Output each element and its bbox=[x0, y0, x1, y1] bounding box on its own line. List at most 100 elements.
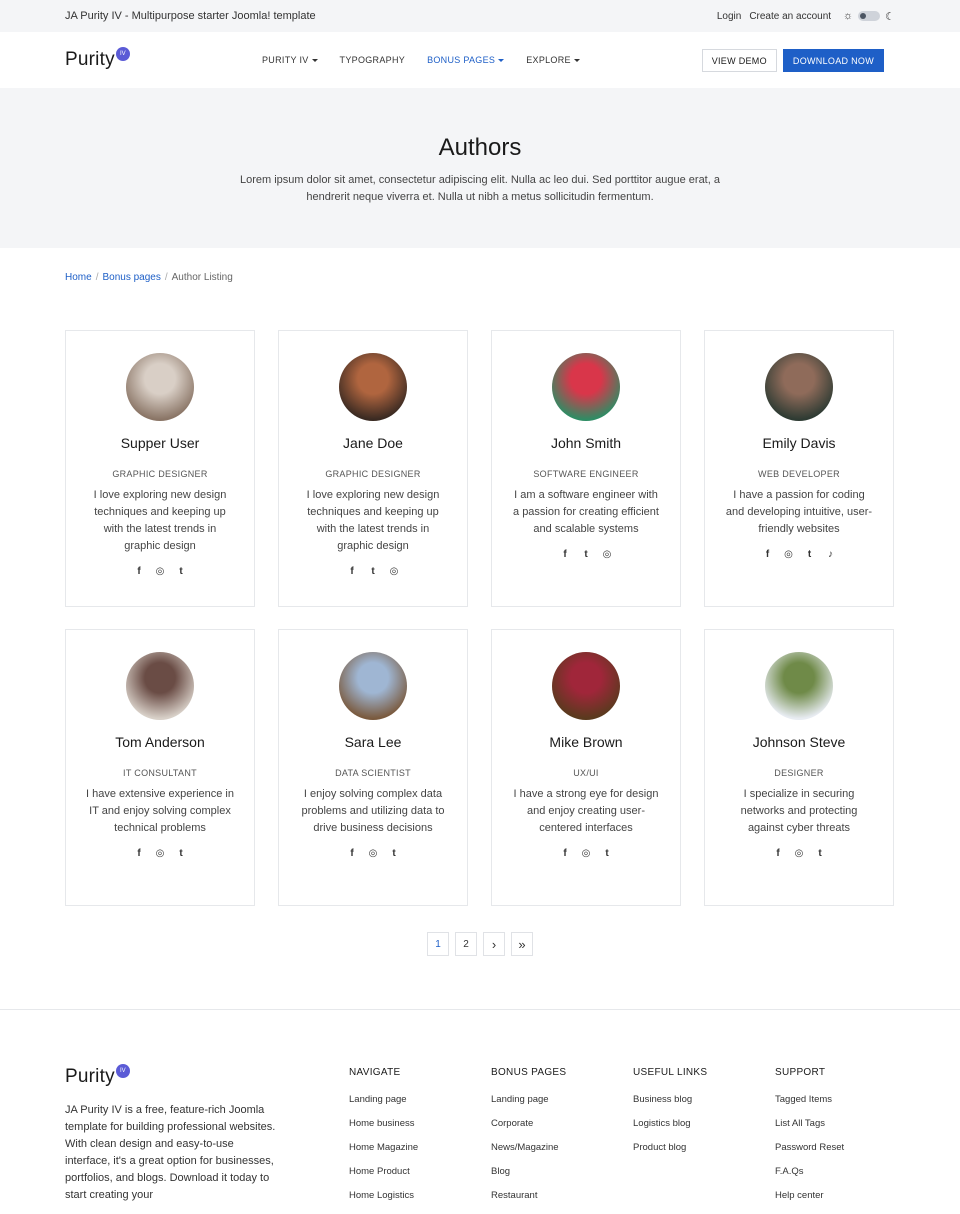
footer-link[interactable]: Tagged Items bbox=[775, 1094, 844, 1118]
nav-item-typography[interactable]: Typography bbox=[340, 55, 406, 65]
facebook-icon[interactable]: f bbox=[559, 847, 571, 859]
author-bio: I love exploring new design techniques a… bbox=[93, 489, 227, 552]
footer-link[interactable]: Logistics blog bbox=[633, 1118, 707, 1142]
author-name[interactable]: Johnson Steve bbox=[705, 734, 893, 750]
breadcrumb-bonus-pages[interactable]: Bonus pages bbox=[102, 272, 160, 306]
author-card[interactable]: John Smith SOFTWARE ENGINEER I am a softwa… bbox=[491, 330, 681, 607]
twitter-icon[interactable]: t bbox=[814, 847, 826, 859]
footer-link[interactable]: Corporate bbox=[491, 1118, 566, 1142]
author-avatar[interactable] bbox=[339, 652, 407, 720]
footer-link[interactable]: List All Tags bbox=[775, 1118, 844, 1142]
instagram-icon[interactable]: ◎ bbox=[388, 565, 400, 577]
facebook-icon[interactable]: f bbox=[762, 548, 774, 560]
author-name[interactable]: John Smith bbox=[492, 435, 680, 451]
last-page-icon[interactable]: » bbox=[511, 932, 533, 956]
footer-link[interactable]: Business blog bbox=[633, 1094, 707, 1118]
author-card[interactable]: Emily Davis WEB DEVELOPER I have a passion… bbox=[704, 330, 894, 607]
twitter-icon[interactable]: t bbox=[388, 847, 400, 859]
author-avatar[interactable] bbox=[552, 652, 620, 720]
theme-switch[interactable] bbox=[858, 11, 881, 21]
twitter-icon[interactable]: t bbox=[175, 565, 187, 577]
footer-link[interactable]: Help center bbox=[775, 1190, 844, 1214]
author-name[interactable]: Tom Anderson bbox=[66, 734, 254, 750]
footer-link[interactable]: Home business bbox=[349, 1118, 418, 1142]
twitter-icon[interactable]: t bbox=[367, 565, 379, 577]
footer-link[interactable]: Password Reset bbox=[775, 1142, 844, 1166]
footer-link[interactable]: Home Magazine bbox=[349, 1142, 418, 1166]
logo-badge: IV bbox=[115, 47, 130, 61]
instagram-icon[interactable]: ◎ bbox=[580, 847, 592, 859]
author-avatar[interactable] bbox=[339, 353, 407, 421]
footer-link[interactable]: Landing page bbox=[349, 1094, 418, 1118]
author-card[interactable]: Johnson Steve DESIGNER I specialize in sec… bbox=[704, 629, 894, 906]
footer-link[interactable]: Home Logistics bbox=[349, 1190, 418, 1214]
author-name[interactable]: Emily Davis bbox=[705, 435, 893, 451]
author-name[interactable]: Jane Doe bbox=[279, 435, 467, 451]
facebook-icon[interactable]: f bbox=[133, 565, 145, 577]
footer-link[interactable]: F.A.Qs bbox=[775, 1166, 844, 1190]
instagram-icon[interactable]: ◎ bbox=[783, 548, 795, 560]
instagram-icon[interactable]: ◎ bbox=[601, 548, 613, 560]
nav-item-purity-iv[interactable]: Purity IV bbox=[262, 55, 318, 65]
author-name[interactable]: Supper User bbox=[66, 435, 254, 451]
page-button-1[interactable]: 1 bbox=[427, 932, 449, 956]
nav-item-label: Explore bbox=[526, 55, 571, 65]
author-grid: Supper User GRAPHIC DESIGNER I love explor… bbox=[0, 306, 960, 906]
author-avatar[interactable] bbox=[552, 353, 620, 421]
footer-link[interactable]: Restaurant bbox=[491, 1190, 566, 1214]
author-bio: I specialize in securing networks and pr… bbox=[740, 788, 858, 834]
author-card[interactable]: Supper User GRAPHIC DESIGNER I love explor… bbox=[65, 330, 255, 607]
facebook-icon[interactable]: f bbox=[133, 847, 145, 859]
footer-link-list: Business blog Logistics blog Product blog bbox=[633, 1094, 707, 1166]
footer-logo[interactable]: Purity IV bbox=[65, 1064, 130, 1088]
breadcrumb-home[interactable]: Home bbox=[65, 272, 92, 306]
twitter-icon[interactable]: t bbox=[804, 548, 816, 560]
instagram-icon[interactable]: ◎ bbox=[793, 847, 805, 859]
author-role: GRAPHIC DESIGNER bbox=[325, 469, 421, 479]
author-avatar[interactable] bbox=[765, 652, 833, 720]
footer-link[interactable]: Landing page bbox=[491, 1094, 566, 1118]
instagram-icon[interactable]: ◎ bbox=[367, 847, 379, 859]
facebook-icon[interactable]: f bbox=[346, 847, 358, 859]
author-role: GRAPHIC DESIGNER bbox=[112, 469, 208, 479]
facebook-icon[interactable]: f bbox=[559, 548, 571, 560]
footer-link[interactable]: News/Magazine bbox=[491, 1142, 566, 1166]
author-avatar[interactable] bbox=[126, 652, 194, 720]
facebook-icon[interactable]: f bbox=[346, 565, 358, 577]
author-card[interactable]: Sara Lee DATA SCIENTIST I enjoy solving co… bbox=[278, 629, 468, 906]
author-name[interactable]: Mike Brown bbox=[492, 734, 680, 750]
author-name[interactable]: Sara Lee bbox=[279, 734, 467, 750]
breadcrumb-separator: / bbox=[95, 272, 99, 283]
nav-item-explore[interactable]: Explore bbox=[526, 55, 580, 65]
author-card[interactable]: Jane Doe GRAPHIC DESIGNER I love exploring… bbox=[278, 330, 468, 607]
footer-link-list: Landing page Corporate News/Magazine Blog Re… bbox=[491, 1094, 566, 1214]
author-avatar[interactable] bbox=[765, 353, 833, 421]
topbar-actions: Login Create an account ☼ ☾ bbox=[717, 10, 895, 23]
twitter-icon[interactable]: t bbox=[601, 847, 613, 859]
breadcrumb-separator: / bbox=[164, 272, 168, 283]
twitter-icon[interactable]: t bbox=[580, 548, 592, 560]
next-page-icon[interactable]: › bbox=[483, 932, 505, 956]
create-account-link[interactable]: Create an account bbox=[749, 11, 831, 22]
download-now-button[interactable]: DOWNLOAD NOW bbox=[782, 49, 884, 72]
twitter-icon[interactable]: t bbox=[175, 847, 187, 859]
footer-link[interactable]: Product blog bbox=[633, 1142, 707, 1166]
nav-item-bonus-pages[interactable]: Bonus Pages bbox=[427, 55, 505, 65]
caret-down-icon bbox=[498, 58, 505, 62]
facebook-icon[interactable]: f bbox=[772, 847, 784, 859]
instagram-icon[interactable]: ◎ bbox=[154, 847, 166, 859]
footer-link[interactable]: Blog bbox=[491, 1166, 566, 1190]
tiktok-icon[interactable]: ♪ bbox=[825, 548, 837, 560]
view-demo-button[interactable]: VIEW DEMO bbox=[701, 49, 777, 72]
login-link[interactable]: Login bbox=[717, 11, 741, 22]
author-bio: I have a passion for coding and developi… bbox=[725, 489, 873, 535]
author-card[interactable]: Tom Anderson IT CONSULTANT I have extensiv… bbox=[65, 629, 255, 906]
footer-column-title: Useful links bbox=[633, 1067, 708, 1078]
page-button-2[interactable]: 2 bbox=[455, 932, 477, 956]
author-card[interactable]: Mike Brown UX/UI I have a strong eye for d… bbox=[491, 629, 681, 906]
site-logo[interactable]: Purity IV bbox=[65, 47, 130, 71]
theme-toggle[interactable]: ☼ ☾ bbox=[843, 10, 895, 23]
instagram-icon[interactable]: ◎ bbox=[154, 565, 166, 577]
author-avatar[interactable] bbox=[126, 353, 194, 421]
footer-link[interactable]: Home Product bbox=[349, 1166, 418, 1190]
